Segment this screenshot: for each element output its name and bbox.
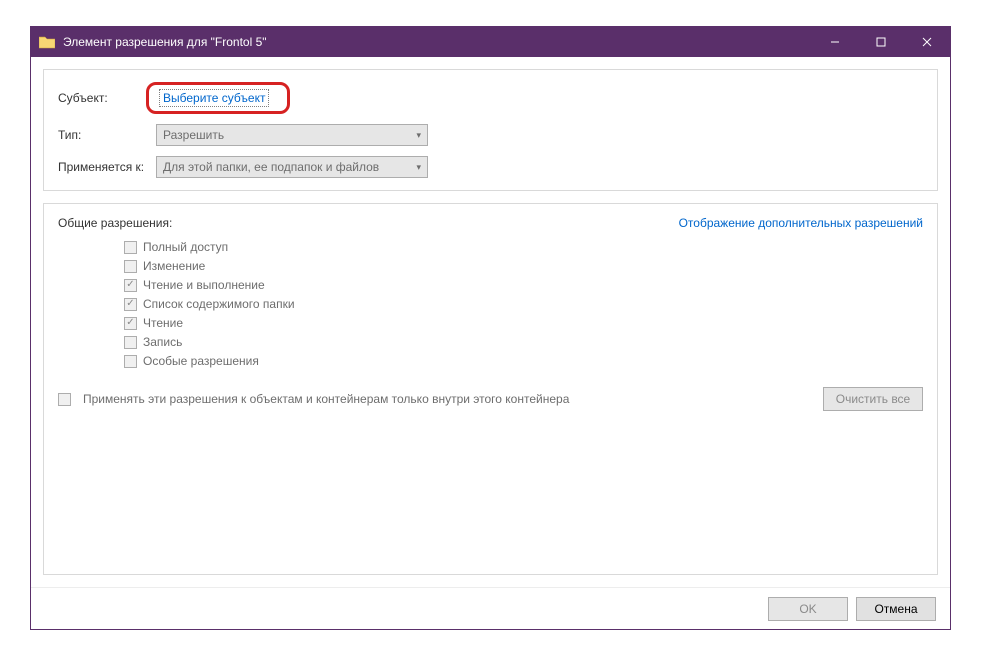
permissions-header: Общие разрешения: (58, 216, 172, 230)
permissions-panel: Общие разрешения: Отображение дополнител… (43, 203, 938, 575)
permission-label: Чтение и выполнение (143, 278, 265, 292)
folder-icon (39, 35, 55, 49)
annotation-highlight: Выберите субъект (146, 82, 290, 114)
window-controls (812, 27, 950, 57)
dialog-footer: OK Отмена (31, 587, 950, 629)
applies-to-select[interactable]: Для этой папки, ее подпапок и файлов ▾ (156, 156, 428, 178)
permission-checkbox[interactable] (124, 355, 137, 368)
close-button[interactable] (904, 27, 950, 57)
subject-label: Субъект: (58, 91, 156, 105)
minimize-button[interactable] (812, 27, 858, 57)
permission-checkbox[interactable]: ✓ (124, 317, 137, 330)
applies-label: Применяется к: (58, 160, 156, 174)
permission-label: Список содержимого папки (143, 297, 295, 311)
permission-item: ✓ Чтение и выполнение (124, 278, 923, 292)
apply-within-label: Применять эти разрешения к объектам и ко… (83, 392, 569, 406)
cancel-button[interactable]: Отмена (856, 597, 936, 621)
permission-label: Чтение (143, 316, 183, 330)
ok-button[interactable]: OK (768, 597, 848, 621)
permission-checkbox[interactable]: ✓ (124, 279, 137, 292)
permission-label: Полный доступ (143, 240, 228, 254)
permission-item: Полный доступ (124, 240, 923, 254)
permission-entry-dialog: Элемент разрешения для "Frontol 5" Субъе… (30, 26, 951, 630)
type-value: Разрешить (163, 128, 224, 142)
permission-checkbox[interactable] (124, 241, 137, 254)
permission-item: ✓ Чтение (124, 316, 923, 330)
apply-within-checkbox[interactable] (58, 393, 71, 406)
permissions-list: Полный доступ Изменение ✓ Чтение и выполнен… (58, 240, 923, 373)
client-area: Субъект: Выберите субъект Тип: Разрешить… (31, 57, 950, 587)
window-title: Элемент разрешения для "Frontol 5" (63, 35, 267, 49)
chevron-down-icon: ▾ (416, 162, 421, 173)
show-advanced-link[interactable]: Отображение дополнительных разрешений (679, 216, 923, 230)
permission-item: Особые разрешения (124, 354, 923, 368)
permission-item: Изменение (124, 259, 923, 273)
top-panel: Субъект: Выберите субъект Тип: Разрешить… (43, 69, 938, 191)
permission-label: Особые разрешения (143, 354, 259, 368)
permission-label: Изменение (143, 259, 205, 273)
applies-value: Для этой папки, ее подпапок и файлов (163, 160, 379, 174)
titlebar[interactable]: Элемент разрешения для "Frontol 5" (31, 27, 950, 57)
permission-label: Запись (143, 335, 182, 349)
permission-checkbox[interactable]: ✓ (124, 298, 137, 311)
maximize-button[interactable] (858, 27, 904, 57)
select-subject-link[interactable]: Выберите субъект (159, 89, 269, 107)
clear-all-button[interactable]: Очистить все (823, 387, 923, 411)
type-select[interactable]: Разрешить ▾ (156, 124, 428, 146)
permission-checkbox[interactable] (124, 336, 137, 349)
permission-item: Запись (124, 335, 923, 349)
chevron-down-icon: ▾ (416, 130, 421, 141)
permission-item: ✓ Список содержимого папки (124, 297, 923, 311)
permission-checkbox[interactable] (124, 260, 137, 273)
type-label: Тип: (58, 128, 156, 142)
